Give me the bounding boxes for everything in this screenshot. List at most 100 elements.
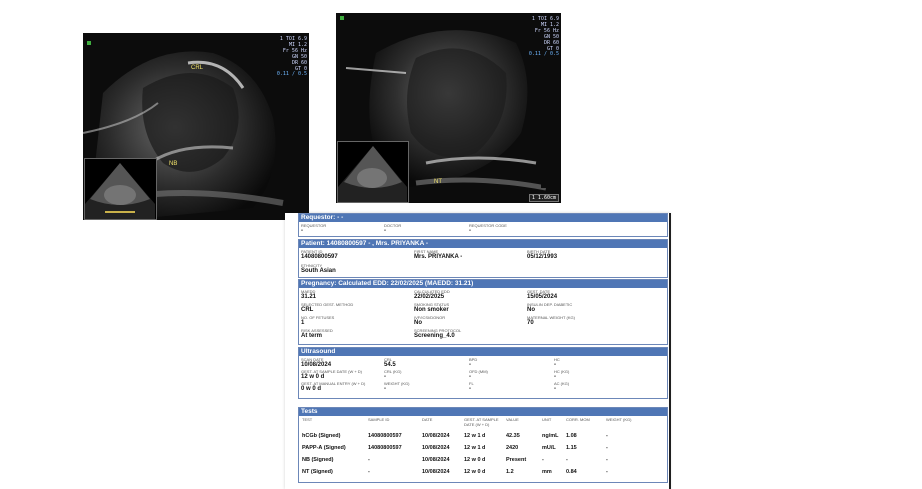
section-header: Patient: 14080800597 - , Mrs. PRIYANKA - xyxy=(299,240,667,248)
nb-marker-label: NB xyxy=(169,161,178,167)
nt-marker-label: NT xyxy=(434,179,442,185)
risk-assessed-field: RISK ASSESSED At term xyxy=(301,328,333,340)
table-cell: - xyxy=(368,469,370,475)
ac-kg-field: AC (KG) - xyxy=(554,381,569,393)
table-cell: 42.35 xyxy=(506,433,520,439)
field-value: Mrs. PRIYANKA - xyxy=(414,254,463,260)
patient-id-field: PATIENT ID 14080800597 xyxy=(301,249,338,261)
field-value: - xyxy=(384,386,386,392)
table-cell: Present xyxy=(506,457,527,463)
table-cell: 14080800597 xyxy=(368,445,402,451)
field-value: At term xyxy=(301,333,323,339)
field-key: OFD (MM) xyxy=(469,369,488,374)
doctor-field: DOCTOR - xyxy=(384,223,401,235)
table-cell: 10/08/2024 xyxy=(422,457,450,463)
table-cell: 10/08/2024 xyxy=(422,469,450,475)
field-value: 54.5 xyxy=(384,362,396,368)
maedd-field: MAEDD 31.21 xyxy=(301,289,316,301)
patient-section: Patient: 14080800597 - , Mrs. PRIYANKA -… xyxy=(298,239,668,278)
requestor-section: Requestor: - - REQUESTOR - DOCTOR - REQU… xyxy=(298,213,668,237)
report-edge-divider xyxy=(669,213,671,489)
column-header: CORR. MOM xyxy=(566,417,590,422)
table-cell: mU/L xyxy=(542,445,556,451)
field-value: CRL xyxy=(301,307,314,313)
field-key: NO. OF FETUSES xyxy=(301,315,335,320)
field-value: - xyxy=(469,228,471,234)
gest-at-sample-date-field: GEST. AT SAMPLE DATE (W + D) 12 w 0 d xyxy=(301,369,362,381)
table-cell: 1.08 xyxy=(566,433,577,439)
table-cell: 12 w 1 d xyxy=(464,445,486,451)
field-value: 05/12/1993 xyxy=(527,254,558,260)
table-cell: 12 w 1 d xyxy=(464,433,486,439)
insulin-dep-diabetic-field: INSULIN DEP. DIABETIC No xyxy=(527,302,572,314)
field-key: HC (KG) xyxy=(554,369,570,374)
field-value: - xyxy=(469,374,471,380)
birth-date-field: BIRTH DATE 05/12/1993 xyxy=(527,249,557,261)
table-cell: NT (Signed) xyxy=(302,469,333,475)
table-cell: - xyxy=(566,457,568,463)
field-value: - xyxy=(554,362,556,368)
weight-field: WEIGHT (KG) - xyxy=(384,381,409,393)
field-key: WEIGHT (KG) xyxy=(384,381,410,386)
column-header: UNIT xyxy=(542,417,552,422)
requestor-code-field: REQUESTOR CODE - xyxy=(469,223,507,235)
table-cell: - xyxy=(606,469,608,475)
selected-gest-method-field: SELECTED GEST. METHOD CRL xyxy=(301,302,353,314)
ethnicity-field: ETHNICITY South Asian xyxy=(301,263,336,275)
field-value: - xyxy=(384,374,386,380)
scan-parameters: 1 TOI 6.9 MI 1.2 Fr 56 Hz GN 50 DR 60 GT… xyxy=(532,16,559,52)
field-value: Screening_4.0 xyxy=(414,333,455,339)
field-value: Non smoker xyxy=(414,307,449,313)
crl-kg-field: CRL (KG) - xyxy=(384,369,401,381)
field-value: 15/05/2024 xyxy=(527,294,558,300)
pregnancy-section: Pregnancy: Calculated EDD: 22/02/2025 (M… xyxy=(298,279,668,345)
field-value: No xyxy=(527,307,535,313)
field-value: 14080800597 xyxy=(301,254,338,260)
column-header: WEIGHT (KG) xyxy=(606,417,632,422)
table-cell: 2420 xyxy=(506,445,519,451)
tests-table: TEST SAMPLE ID DATE GEST. AT SAMPLE DATE… xyxy=(301,417,665,478)
table-cell: 10/08/2024 xyxy=(422,445,450,451)
tests-header-row: TEST SAMPLE ID DATE GEST. AT SAMPLE DATE… xyxy=(301,417,665,430)
probe-indicator-icon xyxy=(340,16,344,20)
field-key: REQUESTOR CODE xyxy=(469,223,507,228)
prenatal-screening-report: Requestor: - - REQUESTOR - DOCTOR - REQU… xyxy=(285,213,670,489)
section-header: Requestor: - - xyxy=(299,214,667,222)
field-value: South Asian xyxy=(301,268,336,274)
bpd-field: BPD - xyxy=(469,357,477,369)
column-header: SAMPLE ID xyxy=(368,417,390,422)
crl-field: CRL 54.5 xyxy=(384,357,396,369)
table-cell: PAPP-A (Signed) xyxy=(302,445,346,451)
table-row: PAPP-A (Signed) 14080800597 10/08/2024 1… xyxy=(301,442,665,454)
hc-field: HC - xyxy=(554,357,560,369)
table-cell: hCGb (Signed) xyxy=(302,433,341,439)
column-header: GEST. AT SAMPLE DATE (W + D) xyxy=(464,417,499,427)
table-cell: - xyxy=(606,457,608,463)
field-key: CRL (KG) xyxy=(384,369,402,374)
table-row: NB (Signed) - 10/08/2024 12 w 0 d Presen… xyxy=(301,454,665,466)
requestor-field: REQUESTOR - xyxy=(301,223,326,235)
fl-field: FL - xyxy=(469,381,474,393)
table-cell: 14080800597 xyxy=(368,433,402,439)
field-value: 1 xyxy=(301,320,305,326)
table-cell: - xyxy=(606,445,608,451)
ultrasound-image-left: 1 TOI 6.9 MI 1.2 Fr 56 Hz GN 50 DR 60 GT… xyxy=(83,33,309,220)
maternal-weight-field: MATERNAL WEIGHT (KG) 70 xyxy=(527,315,575,327)
table-cell: 12 w 0 d xyxy=(464,469,486,475)
field-key: AC (KG) xyxy=(554,381,570,386)
scan-date-field: SCAN DATE 10/08/2024 xyxy=(301,357,331,369)
table-cell: 12 w 0 d xyxy=(464,457,486,463)
field-key: DOCTOR xyxy=(384,223,402,228)
probe-indicator-icon xyxy=(87,41,91,45)
scale-readout: 0.11 / 0.5 xyxy=(528,51,559,57)
overview-inset xyxy=(84,158,157,220)
column-header: TEST xyxy=(302,417,313,422)
overview-inset xyxy=(337,141,409,203)
tests-section: Tests TEST SAMPLE ID DATE GEST. AT SAMPL… xyxy=(298,407,668,483)
table-row: hCGb (Signed) 14080800597 10/08/2024 12 … xyxy=(301,430,665,442)
smoking-status-field: SMOKING STATUS Non smoker xyxy=(414,302,449,314)
hc-kg-field: HC (KG) - xyxy=(554,369,569,381)
table-cell: mm xyxy=(542,469,552,475)
scale-readout: 0.11 / 0.5 xyxy=(276,71,307,77)
field-value: - xyxy=(469,386,471,392)
